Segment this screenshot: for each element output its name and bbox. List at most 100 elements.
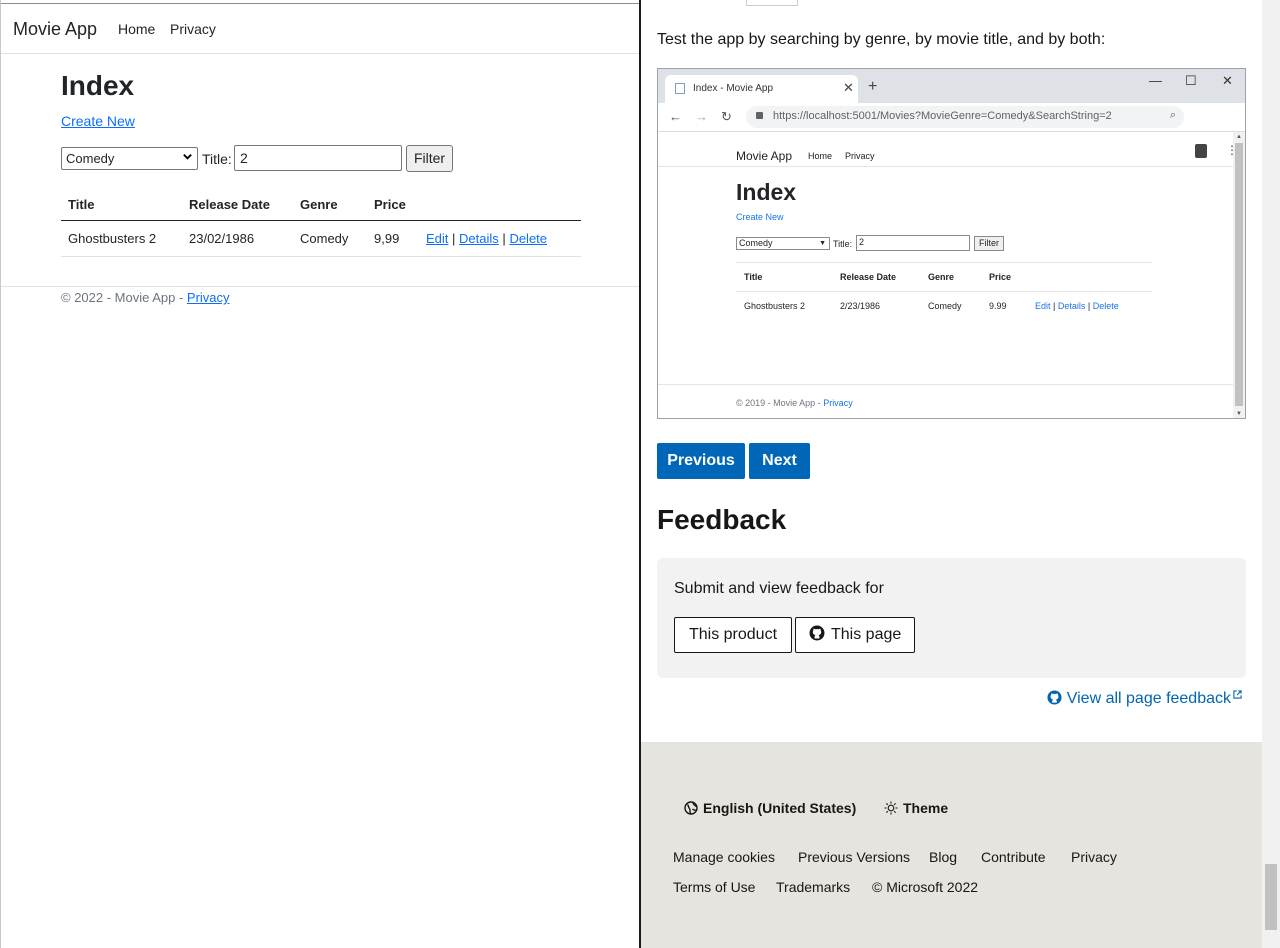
shot-delete-link: Delete [1092, 301, 1119, 311]
col-header-release-date: Release Date [182, 188, 293, 221]
footer-divider [1, 286, 639, 287]
feedback-heading: Feedback [657, 504, 787, 535]
table-row: Ghostbusters 2 23/02/1986 Comedy 9,99 Ed… [61, 220, 581, 257]
shot-nav-privacy: Privacy [845, 151, 875, 161]
manage-cookies-link[interactable]: Manage cookies [673, 849, 775, 865]
next-button[interactable]: Next [749, 443, 810, 479]
back-icon: ← [669, 109, 682, 124]
trademarks-link[interactable]: Trademarks [776, 879, 850, 895]
forward-icon: → [695, 109, 708, 124]
table-header-row: Title Release Date Genre Price [61, 188, 581, 221]
chevron-down-icon [183, 154, 192, 160]
terms-of-use-link[interactable]: Terms of Use [673, 879, 755, 895]
previous-button[interactable]: Previous [657, 443, 745, 479]
shot-title-label: Title: [833, 239, 853, 249]
edit-link[interactable]: Edit [426, 231, 448, 246]
shot-col-release-date: Release Date [840, 272, 897, 282]
docs-scroll-thumb[interactable] [1265, 864, 1277, 930]
sun-icon [884, 801, 898, 815]
shot-page-title: Index [736, 179, 797, 205]
locale-selector[interactable]: English (United States) [684, 800, 856, 816]
shot-dropdown-arrow-icon: ▼ [819, 240, 826, 247]
close-tab-icon: ✕ [843, 80, 854, 95]
tab-title: Index - Movie App [693, 83, 774, 94]
footer-privacy-link[interactable]: Privacy [187, 290, 230, 305]
shot-nav-home: Home [808, 151, 833, 161]
col-header-price: Price [367, 188, 419, 221]
github-icon [1047, 690, 1062, 705]
lock-icon [756, 112, 763, 119]
globe-icon [684, 801, 698, 815]
url-box: https://localhost:5001/Movies?MovieGenre… [746, 106, 1184, 128]
footer-privacy-link[interactable]: Privacy [1071, 849, 1117, 865]
genre-select-value: Comedy [66, 151, 115, 166]
page-title: Index [61, 70, 135, 101]
this-product-button[interactable]: This product [674, 617, 792, 653]
brand-link[interactable]: Movie App [13, 19, 97, 40]
shot-footer-copyright: © 2019 - Movie App - [736, 398, 824, 408]
docs-window: Test the app by searching by genre, by m… [641, 0, 1280, 948]
shot-edit-link: Edit [1035, 301, 1051, 311]
filter-button[interactable]: Filter [406, 145, 453, 172]
extension-icon [1195, 144, 1207, 158]
embedded-browser-screenshot: Index - Movie App ✕ + — ☐ ✕ ← → ↻ https:… [657, 68, 1246, 419]
shot-scroll-thumb [1235, 143, 1243, 406]
create-new-link[interactable]: Create New [61, 113, 135, 129]
this-page-button[interactable]: This page [795, 617, 915, 653]
scroll-down-icon: ▼ [1236, 411, 1242, 417]
nav-home-link[interactable]: Home [118, 21, 155, 37]
title-label: Title: [202, 151, 232, 167]
shot-nav-divider [658, 166, 1233, 167]
shot-header-divider [736, 291, 1152, 292]
shot-col-title: Title [744, 272, 763, 282]
browser-tab-bar: Index - Movie App ✕ + — ☐ ✕ [658, 69, 1245, 103]
new-tab-icon: + [868, 78, 878, 95]
title-search-input[interactable]: 2 [234, 145, 402, 171]
delete-link[interactable]: Delete [509, 231, 547, 246]
previous-versions-link[interactable]: Previous Versions [798, 849, 910, 865]
theme-selector[interactable]: Theme [884, 800, 948, 816]
shot-footer: © 2019 - Movie App - Privacy [736, 398, 853, 408]
reload-icon: ↻ [721, 109, 732, 124]
browser-address-bar: ← → ↻ https://localhost:5001/Movies?Movi… [658, 103, 1245, 158]
shot-brand: Movie App [736, 149, 793, 163]
col-header-actions [419, 188, 581, 221]
shot-footer-divider [658, 384, 1233, 385]
cell-genre: Comedy [293, 220, 367, 257]
shot-col-genre: Genre [928, 272, 955, 282]
docs-scrollbar[interactable] [1262, 0, 1280, 948]
shot-genre-select: Comedy ▼ [736, 237, 830, 250]
locale-label: English (United States) [703, 800, 857, 816]
cell-actions: Edit | Details | Delete [419, 220, 581, 257]
shot-title-input: 2 [856, 235, 970, 251]
footer-copyright: © 2022 - Movie App - [61, 290, 187, 305]
browser-tab: Index - Movie App ✕ [665, 75, 858, 103]
shot-create-new: Create New [736, 212, 784, 222]
shot-table-top-divider [736, 262, 1152, 263]
view-all-feedback-link[interactable]: View all page feedback [1047, 690, 1242, 708]
movies-table: Title Release Date Genre Price Ghostbust… [61, 188, 581, 257]
cell-release-date: 23/02/1986 [182, 220, 293, 257]
blog-link[interactable]: Blog [929, 849, 957, 865]
previous-image-edge [746, 0, 798, 6]
shot-separator: | [1087, 301, 1091, 311]
genre-select[interactable]: Comedy [61, 147, 198, 170]
maximize-icon: ☐ [1185, 73, 1197, 88]
close-window-icon: ✕ [1222, 73, 1233, 88]
separator: | [452, 231, 456, 246]
details-link[interactable]: Details [459, 231, 499, 246]
shot-cell-date: 2/23/1986 [840, 301, 881, 311]
this-page-label: This page [831, 626, 902, 643]
shot-cell-genre: Comedy [928, 301, 962, 311]
theme-label: Theme [903, 800, 949, 816]
navbar: Movie App Home Privacy [1, 4, 639, 54]
footer: © 2022 - Movie App - Privacy [61, 290, 230, 305]
external-link-icon [1233, 690, 1242, 699]
shot-filter-button: Filter [974, 236, 1004, 251]
feedback-box: Submit and view feedback for This produc… [657, 558, 1246, 678]
shot-footer-privacy: Privacy [823, 398, 853, 408]
col-header-title: Title [61, 188, 182, 221]
nav-privacy-link[interactable]: Privacy [170, 21, 216, 37]
contribute-link[interactable]: Contribute [981, 849, 1046, 865]
view-all-feedback-label: View all page feedback [1066, 690, 1231, 707]
